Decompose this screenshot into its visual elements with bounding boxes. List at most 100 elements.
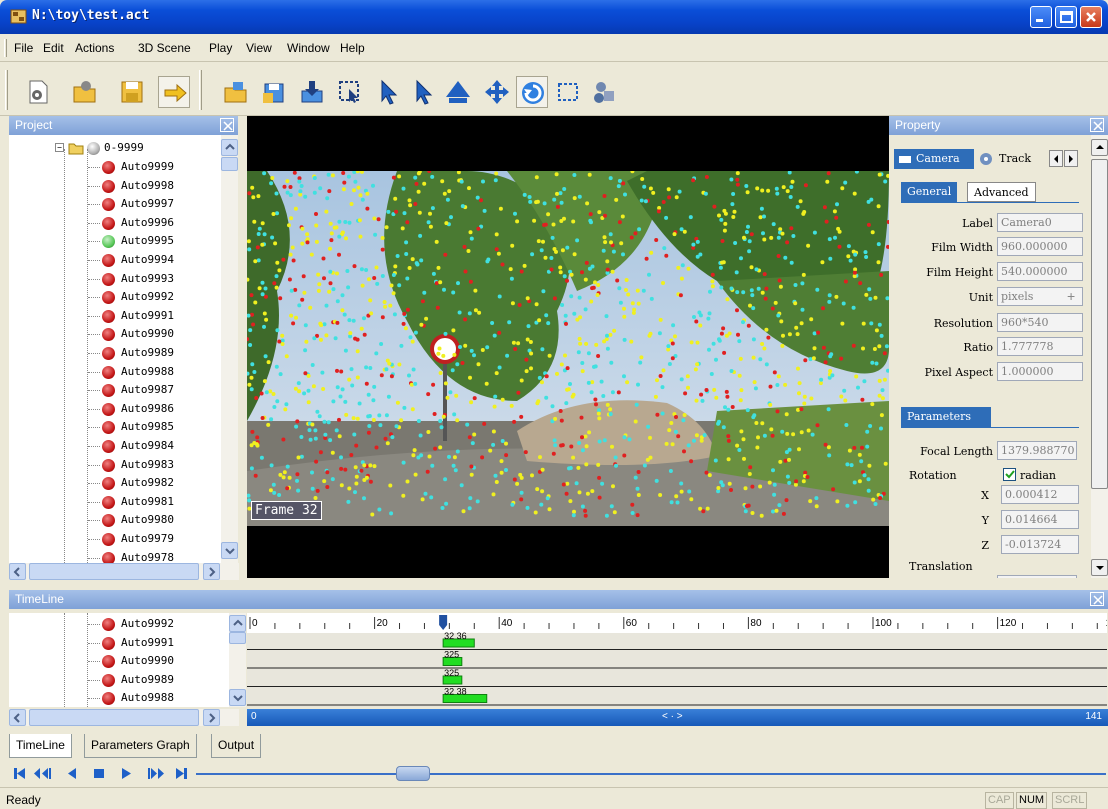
timeline-item[interactable]: Auto9988 — [88, 690, 222, 707]
range-handle[interactable]: < · > — [662, 711, 683, 722]
pointer-button[interactable] — [372, 76, 404, 108]
tab-scroll-left[interactable] — [1049, 150, 1063, 167]
tree-item[interactable]: Auto9999 — [88, 159, 217, 177]
tree-item[interactable]: Auto9995 — [88, 233, 217, 251]
project-hscroll[interactable] — [9, 563, 239, 580]
open-project-button[interactable] — [69, 76, 101, 108]
timeline-item[interactable]: Auto9992 — [88, 616, 222, 634]
property-vscroll[interactable] — [1091, 135, 1108, 578]
tree-item[interactable]: Auto9993 — [88, 271, 217, 289]
menu-edit[interactable]: Edit — [43, 41, 64, 55]
rotation-field[interactable]: 0.000412 — [1001, 485, 1079, 504]
tree-item[interactable]: Auto9997 — [88, 196, 217, 214]
prop-field[interactable]: 1.000000 — [997, 362, 1083, 381]
scroll-down-button[interactable] — [229, 689, 246, 706]
timeline-close-button[interactable] — [1090, 592, 1104, 606]
last-frame-button[interactable] — [176, 768, 187, 779]
timeline-item[interactable]: Auto9989 — [88, 672, 222, 690]
menu-file[interactable]: File — [14, 41, 33, 55]
property-close-button[interactable] — [1090, 118, 1104, 132]
tab-parameters[interactable]: Parameters — [901, 407, 991, 427]
timeline-track-area[interactable]: 0 20 40 60 80 100 120 1 32 36 325 325 32 38 — [247, 613, 1107, 707]
tab-track[interactable]: Track — [977, 149, 1047, 169]
scroll-up-button[interactable] — [1091, 139, 1108, 156]
subtab-general[interactable]: General — [901, 182, 958, 202]
tree-item[interactable]: Auto9996 — [88, 215, 217, 233]
import-button[interactable] — [296, 76, 328, 108]
prev-key-button[interactable] — [34, 768, 51, 779]
tree-item[interactable]: Auto9987 — [88, 382, 217, 400]
tree-item[interactable]: Auto9998 — [88, 178, 217, 196]
tab-scroll-right[interactable] — [1064, 150, 1078, 167]
scroll-thumb[interactable] — [221, 157, 238, 171]
focal-length-field[interactable]: 1379.988770 — [997, 441, 1077, 460]
subtab-advanced[interactable]: Advanced — [967, 182, 1036, 202]
tree-item[interactable]: Auto9986 — [88, 401, 217, 419]
next-button[interactable] — [158, 76, 190, 108]
unit-dropdown-icon[interactable]: + — [1067, 288, 1075, 304]
tab-timeline[interactable]: TimeLine — [9, 734, 72, 758]
timeline-tree[interactable]: Auto9992 Auto9991 Auto9990 Auto9989 Auto9988 — [9, 613, 229, 707]
prop-field[interactable]: 960*540 — [997, 313, 1083, 332]
timeline-hscroll[interactable] — [9, 709, 239, 726]
tree-item[interactable]: Auto9991 — [88, 308, 217, 326]
stop-button[interactable] — [94, 769, 104, 778]
scroll-right-button[interactable] — [203, 563, 220, 580]
scroll-down-button[interactable] — [221, 542, 238, 559]
scroll-left-button[interactable] — [9, 709, 26, 726]
timeline-item[interactable]: Auto9990 — [88, 653, 222, 671]
tree-item[interactable]: Auto9994 — [88, 252, 217, 270]
timeline-tree-vscroll[interactable] — [229, 613, 246, 707]
pointer-up-button[interactable] — [407, 76, 439, 108]
prop-field[interactable]: 540.000000 — [997, 262, 1083, 281]
scroll-left-button[interactable] — [9, 563, 26, 580]
tree-item[interactable]: Auto9979 — [88, 531, 217, 549]
play-button[interactable] — [122, 768, 131, 779]
box-select-button[interactable] — [552, 76, 584, 108]
new-project-button[interactable] — [22, 76, 54, 108]
tree-item[interactable]: Auto9992 — [88, 289, 217, 307]
menu-actions[interactable]: Actions — [75, 41, 114, 55]
tree-item[interactable]: Auto9985 — [88, 419, 217, 437]
translation-field[interactable] — [997, 575, 1077, 578]
move-button[interactable] — [481, 76, 513, 108]
tree-item[interactable]: Auto9983 — [88, 457, 217, 475]
tree-root[interactable]: − 0-9999 — [55, 140, 219, 158]
project-close-button[interactable] — [220, 118, 234, 132]
tree-item[interactable]: Auto9990 — [88, 326, 217, 344]
3d-viewport[interactable]: Frame 32 — [247, 116, 889, 578]
scroll-down-button[interactable] — [1091, 559, 1108, 576]
save-as-button[interactable] — [258, 76, 290, 108]
tab-output[interactable]: Output — [211, 734, 262, 758]
open-folder-button[interactable] — [220, 76, 252, 108]
prop-field[interactable]: 960.000000 — [997, 237, 1083, 256]
radian-checkbox[interactable] — [1003, 468, 1016, 481]
minimize-button[interactable] — [1030, 6, 1052, 28]
rotate-button[interactable] — [516, 76, 548, 108]
prop-field[interactable]: 1.777778 — [997, 337, 1083, 356]
timeline-range-bar[interactable]: 0 < · > 141 — [247, 709, 1108, 726]
select-region-button[interactable] — [334, 76, 366, 108]
tree-item[interactable]: Auto9980 — [88, 512, 217, 530]
tree-item[interactable]: Auto9978 — [88, 550, 217, 563]
collapse-icon[interactable]: − — [55, 143, 64, 152]
tree-item[interactable]: Auto9982 — [88, 475, 217, 493]
rotation-field[interactable]: -0.013724 — [1001, 535, 1079, 554]
tab-parameters-graph[interactable]: Parameters Graph — [84, 734, 197, 758]
timeline-item[interactable]: Auto9991 — [88, 635, 222, 653]
playback-slider-track[interactable] — [196, 773, 1106, 775]
next-key-button[interactable] — [148, 768, 164, 779]
tree-item[interactable]: Auto9988 — [88, 364, 217, 382]
scroll-thumb[interactable] — [229, 632, 246, 644]
menu-window[interactable]: Window — [287, 41, 330, 55]
prev-frame-button[interactable] — [68, 768, 76, 779]
playback-slider-thumb[interactable] — [396, 766, 430, 781]
tab-camera[interactable]: Camera — [894, 149, 974, 169]
object-button[interactable] — [588, 76, 620, 108]
rotation-field[interactable]: 0.014664 — [1001, 510, 1079, 529]
scroll-right-button[interactable] — [203, 709, 220, 726]
scroll-up-button[interactable] — [229, 615, 246, 632]
first-frame-button[interactable] — [14, 768, 25, 779]
scroll-thumb[interactable] — [29, 563, 199, 580]
menu-play[interactable]: Play — [209, 41, 232, 55]
